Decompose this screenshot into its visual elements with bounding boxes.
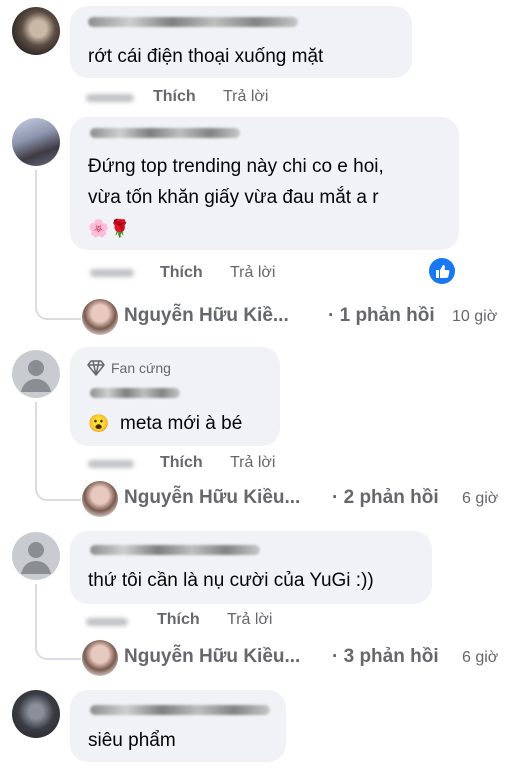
comment-time-blurred	[88, 460, 134, 468]
commenter-name-blurred[interactable]	[90, 388, 180, 398]
avatar[interactable]	[12, 690, 60, 738]
comment-text: thứ tôi cần là nụ cười của YuGi :))	[88, 570, 374, 591]
reply-time: 10 giờ	[452, 308, 498, 325]
comment-emoji: 😮	[88, 414, 110, 433]
comment-time-blurred	[86, 618, 128, 626]
reply-time: 6 giờ	[462, 649, 499, 666]
comment-text-line-2: vừa tốn khăn giấy vừa đau mắt a r	[88, 187, 379, 208]
default-avatar-icon	[21, 360, 51, 392]
comment-text-line-1: Đứng top trending này chi co e hoi,	[88, 156, 384, 177]
default-avatar-icon	[21, 542, 51, 574]
comment-text: siêu phẩm	[88, 730, 176, 751]
reply-avatar[interactable]	[82, 640, 118, 676]
reply-button[interactable]: Trả lời	[230, 454, 275, 472]
reply-button[interactable]: Trả lời	[227, 611, 272, 629]
commenter-name-blurred[interactable]	[90, 705, 270, 715]
like-icon	[429, 258, 455, 284]
reply-count-link[interactable]: · 2 phản hồi	[332, 487, 439, 509]
comment-time-blurred	[90, 269, 134, 277]
avatar[interactable]	[12, 118, 60, 166]
reply-count-link[interactable]: · 1 phản hồi	[328, 305, 435, 327]
reply-avatar[interactable]	[82, 299, 118, 335]
diamond-icon	[87, 360, 105, 376]
like-button[interactable]: Thích	[157, 611, 200, 629]
commenter-name-blurred[interactable]	[90, 128, 240, 138]
avatar[interactable]	[12, 7, 60, 55]
commenter-name-blurred[interactable]	[90, 545, 260, 555]
comment-text: rớt cái điện thoại xuống mặt	[88, 46, 324, 67]
like-button[interactable]: Thích	[153, 88, 196, 106]
commenter-name-blurred[interactable]	[88, 17, 298, 27]
reply-author-name[interactable]: Nguyễn Hữu Kiề...	[124, 305, 289, 327]
reply-author-name[interactable]: Nguyễn Hữu Kiều...	[124, 487, 300, 509]
reply-button[interactable]: Trả lời	[230, 264, 275, 282]
like-button[interactable]: Thích	[160, 454, 203, 472]
reply-button[interactable]: Trả lời	[223, 88, 268, 106]
comment-time-blurred	[86, 94, 134, 102]
avatar[interactable]	[12, 532, 60, 580]
comment-text: meta mới à bé	[120, 413, 243, 434]
reply-author-name[interactable]: Nguyễn Hữu Kiều...	[124, 646, 300, 668]
avatar[interactable]	[12, 350, 60, 398]
comment-emojis: 🌸🌹	[88, 219, 131, 238]
reply-time: 6 giờ	[462, 490, 499, 507]
reply-avatar[interactable]	[82, 481, 118, 517]
fan-badge-label: Fan cứng	[111, 360, 171, 376]
reply-count-link[interactable]: · 3 phản hồi	[332, 646, 439, 668]
like-button[interactable]: Thích	[160, 264, 203, 282]
